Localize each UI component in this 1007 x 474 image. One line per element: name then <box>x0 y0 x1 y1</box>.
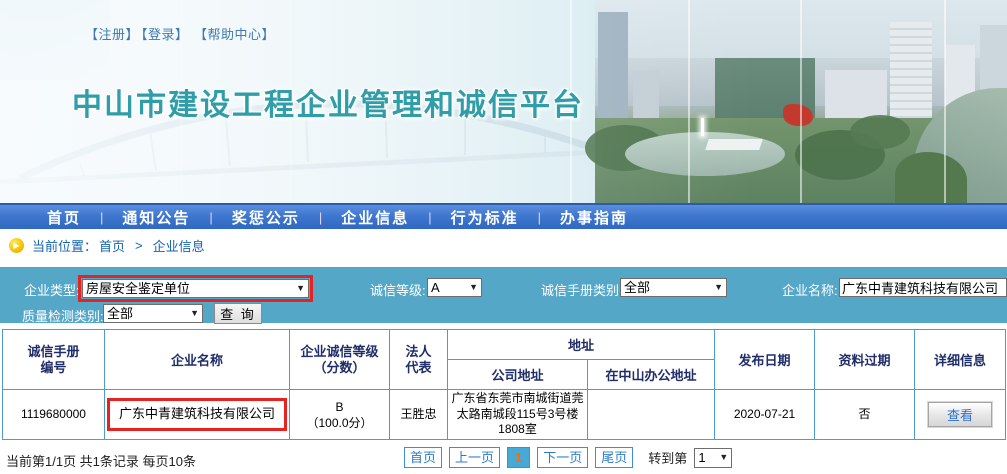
pagination-prev-button[interactable]: 上一页 <box>449 447 500 468</box>
credit-score: （100.0分） <box>292 415 387 431</box>
cell-name: 广东中青建筑科技有限公司 <box>105 390 290 440</box>
credit-level-select[interactable]: A ▼ <box>427 278 482 297</box>
enterprise-type-label: 企业类型: <box>24 280 80 299</box>
breadcrumb-home-link[interactable]: 首页 <box>99 236 125 255</box>
banner-streak <box>800 0 802 203</box>
cell-detail: 查看 <box>915 390 1006 440</box>
banner-streak <box>688 0 690 203</box>
pagination-first-button[interactable]: 首页 <box>404 447 442 468</box>
photo-tents <box>705 139 763 150</box>
banner-streak <box>944 0 946 203</box>
breadcrumb-prefix: 当前位置： <box>32 236 97 255</box>
cell-legal-rep: 王胜忠 <box>390 390 448 440</box>
dropdown-arrow-icon: ▼ <box>292 280 308 297</box>
credit-level-value: A <box>431 279 440 296</box>
nav-item-rewards[interactable]: 奖惩公示 <box>213 207 319 228</box>
credit-manual-type-label: 诚信手册类别: <box>541 280 623 299</box>
filter-panel: 企业类型: 房屋安全鉴定单位 ▼ 诚信等级: A ▼ 诚信手册类别: 全部 ▼ … <box>0 267 1007 323</box>
page-info: 当前第1/1页 共1条记录 每页10条 <box>6 451 196 470</box>
enterprise-type-value: 房屋安全鉴定单位 <box>86 280 190 297</box>
col-header-company-address: 公司地址 <box>448 360 588 390</box>
dropdown-arrow-icon: ▼ <box>710 279 726 296</box>
col-header-text: 代表 <box>392 360 445 376</box>
enterprise-type-select[interactable]: 房屋安全鉴定单位 ▼ <box>82 279 309 298</box>
col-header-text: 诚信手册 <box>5 344 102 360</box>
cell-credit-level: B （100.0分） <box>290 390 390 440</box>
col-header-zhongshan-address: 在中山办公地址 <box>588 360 715 390</box>
cell-zhongshan-address <box>588 390 715 440</box>
register-link[interactable]: 【注册】 <box>85 27 139 42</box>
col-header-text: 编号 <box>5 360 102 376</box>
col-header-legal-rep: 法人 代表 <box>390 330 448 390</box>
nav-item-home[interactable]: 首页 <box>28 207 100 228</box>
col-header-detail: 详细信息 <box>915 330 1006 390</box>
login-link[interactable]: 【登录】 <box>141 27 189 42</box>
col-header-text: 企业诚信等级 <box>292 344 387 360</box>
credit-level-label: 诚信等级: <box>370 280 426 299</box>
nav-item-standards[interactable]: 行为标准 <box>432 207 538 228</box>
site-title: 中山市建设工程企业管理和诚信平台 <box>72 80 584 124</box>
credit-grade: B <box>292 399 387 415</box>
photo-fountain <box>701 118 704 136</box>
table-header-row: 诚信手册 编号 企业名称 企业诚信等级 （分数） 法人 代表 地址 发布日期 资… <box>3 330 1006 360</box>
breadcrumb-arrow-icon: ▶ <box>9 238 24 253</box>
cell-company-address: 广东省东莞市南城街道莞太路南城段115号3号楼1808室 <box>448 390 588 440</box>
main-nav: 首页 | 通知公告 | 奖惩公示 | 企业信息 | 行为标准 | 办事指南 <box>0 203 1007 229</box>
enterprise-name-input[interactable] <box>839 278 1007 297</box>
nav-item-notices[interactable]: 通知公告 <box>103 207 209 228</box>
col-header-text: 法人 <box>392 344 445 360</box>
goto-page-label: 转到第 <box>648 448 687 467</box>
highlight-box-company-name: 广东中青建筑科技有限公司 <box>107 398 287 431</box>
breadcrumb-separator: > <box>135 238 143 253</box>
quality-test-type-label: 质量检测类别: <box>22 306 104 325</box>
dropdown-arrow-icon: ▼ <box>465 279 481 296</box>
account-links: 【注册】【登录】【帮助中心】 <box>85 24 277 43</box>
col-header-credit-level: 企业诚信等级 （分数） <box>290 330 390 390</box>
breadcrumb-current: 企业信息 <box>153 236 205 255</box>
highlight-box-enterprise-type: 房屋安全鉴定单位 ▼ <box>78 275 313 302</box>
pagination-current-page[interactable]: 1 <box>507 447 530 468</box>
photo-building <box>598 12 628 127</box>
pagination: 首页 上一页 1 下一页 尾页 转到第 1 ▼ <box>404 447 732 468</box>
enterprise-name-label: 企业名称: <box>782 280 838 299</box>
dropdown-arrow-icon: ▼ <box>186 305 202 322</box>
credit-manual-type-value: 全部 <box>624 279 650 296</box>
credit-manual-type-select[interactable]: 全部 ▼ <box>620 278 727 297</box>
quality-test-type-value: 全部 <box>107 305 133 322</box>
goto-page-select[interactable]: 1 ▼ <box>694 448 732 468</box>
nav-item-guide[interactable]: 办事指南 <box>541 207 647 228</box>
search-button[interactable]: 查 询 <box>214 303 262 324</box>
col-header-text: （分数） <box>292 360 387 376</box>
pagination-last-button[interactable]: 尾页 <box>595 447 633 468</box>
dropdown-arrow-icon: ▼ <box>715 449 731 466</box>
page: 【注册】【登录】【帮助中心】 中山市建设工程企业管理和诚信平台 首页 | 通知公… <box>0 0 1007 474</box>
cell-publish-date: 2020-07-21 <box>715 390 815 440</box>
enterprise-table: 诚信手册 编号 企业名称 企业诚信等级 （分数） 法人 代表 地址 发布日期 资… <box>2 329 1006 440</box>
pagination-next-button[interactable]: 下一页 <box>537 447 588 468</box>
col-header-address-group: 地址 <box>448 330 715 360</box>
cell-expired: 否 <box>815 390 915 440</box>
footer: 当前第1/1页 共1条记录 每页10条 首页 上一页 1 下一页 尾页 转到第 … <box>0 441 1007 474</box>
company-name: 广东中青建筑科技有限公司 <box>119 406 275 421</box>
quality-test-type-select[interactable]: 全部 ▼ <box>103 304 203 323</box>
view-button[interactable]: 查看 <box>928 402 992 427</box>
cell-manual-no: 1119680000 <box>3 390 105 440</box>
col-header-manual-no: 诚信手册 编号 <box>3 330 105 390</box>
breadcrumb: ▶ 当前位置： 首页 > 企业信息 <box>0 229 1007 262</box>
photo-trees <box>850 115 910 149</box>
col-header-expired: 资料过期 <box>815 330 915 390</box>
col-header-name: 企业名称 <box>105 330 290 390</box>
goto-page-value: 1 <box>698 449 705 466</box>
nav-item-enterprise-info[interactable]: 企业信息 <box>322 207 428 228</box>
banner: 【注册】【登录】【帮助中心】 中山市建设工程企业管理和诚信平台 <box>0 0 1007 203</box>
help-center-link[interactable]: 【帮助中心】 <box>201 27 276 42</box>
col-header-publish-date: 发布日期 <box>715 330 815 390</box>
table-row: 1119680000 广东中青建筑科技有限公司 B （100.0分） 王胜忠 广… <box>3 390 1006 440</box>
